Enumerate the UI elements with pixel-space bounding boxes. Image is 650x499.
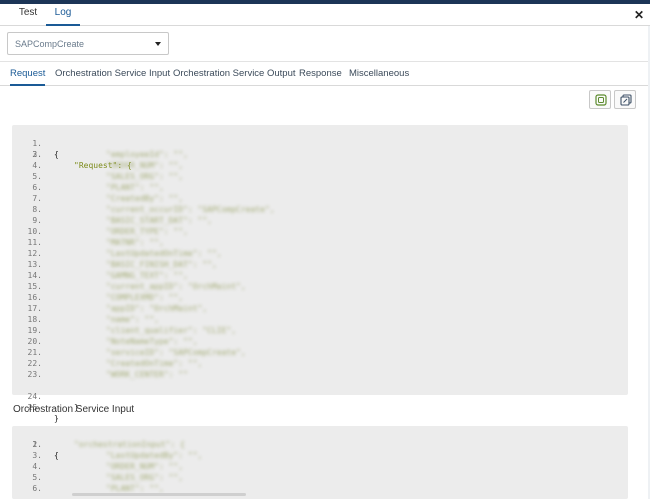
code-line: 25. } <box>27 403 59 423</box>
section-title: Orchestration Service Input <box>13 404 135 415</box>
chevron-down-icon <box>155 42 161 46</box>
code-line: 1. { <box>32 139 59 159</box>
request-code-block[interactable]: 1. { 2. "Request": { 3. "employeeId": "",… <box>12 125 628 423</box>
orchestration-select[interactable]: SAPCompCreate <box>7 32 169 55</box>
tab-miscellaneous[interactable]: Miscellaneous <box>349 68 409 86</box>
tab-log[interactable]: Log <box>46 4 80 26</box>
popout-button[interactable] <box>614 90 636 109</box>
tab-test[interactable]: Test <box>12 4 44 26</box>
top-tab-bar: Test Log ✕ <box>0 4 650 26</box>
code-line: 1. { <box>32 440 59 460</box>
copy-icon <box>595 94 607 106</box>
select-value: SAPCompCreate <box>15 39 85 49</box>
close-icon[interactable]: ✕ <box>634 8 644 22</box>
popout-icon <box>620 94 632 106</box>
code-line: 2. "Request": { <box>32 150 132 170</box>
tab-orchestration-service-input[interactable]: Orchestration Service Input <box>55 68 170 86</box>
code-line: 24. } <box>27 392 79 412</box>
tab-orchestration-service-output[interactable]: Orchestration Service Output <box>173 68 296 86</box>
input-code-block[interactable]: 1. { 2. "orchestrationInput": {3. "LastUpd… <box>12 426 628 499</box>
tab-response[interactable]: Response <box>299 68 342 86</box>
horizontal-scrollbar[interactable] <box>72 493 246 496</box>
sub-tab-bar: Request Orchestration Service Input Orch… <box>0 62 650 86</box>
copy-button[interactable] <box>589 90 611 109</box>
tab-request[interactable]: Request <box>10 68 46 86</box>
